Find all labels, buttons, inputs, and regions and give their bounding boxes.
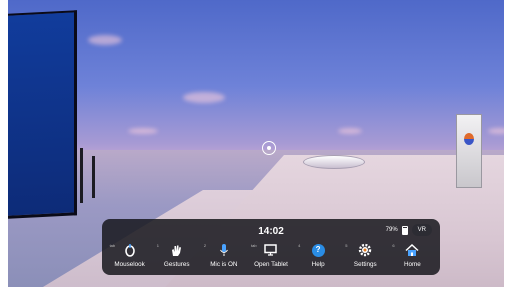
mic-button[interactable]: 2 Mic is ON (202, 243, 246, 273)
post (80, 148, 83, 203)
mouselook-button[interactable]: tab Mouselook (108, 243, 152, 273)
vr-viewport: 14:02 79% VR tab Mouselook 1 Gestures 2 … (8, 0, 504, 287)
key-hint: 5 (345, 243, 348, 248)
cloud (128, 128, 158, 134)
key-hint: 2 (203, 243, 207, 248)
mouselook-label: Mouselook (114, 261, 145, 268)
help-label: Help (311, 261, 325, 268)
kiosk-logo (464, 133, 474, 145)
home-label: Home (404, 261, 421, 268)
help-icon: ? (311, 243, 325, 257)
gestures-button[interactable]: 1 Gestures (155, 243, 199, 273)
status-area: 79% VR (386, 224, 432, 236)
mic-label: Mic is ON (210, 261, 238, 268)
cloud (88, 35, 122, 45)
home-icon (405, 243, 419, 257)
settings-button[interactable]: 5 Settings (343, 243, 387, 273)
help-button[interactable]: 4 ? Help (296, 243, 340, 273)
gestures-label: Gestures (163, 261, 190, 268)
battery-icon (401, 225, 408, 235)
reticle-icon (262, 141, 276, 155)
key-hint: 4 (298, 243, 301, 248)
cloud (183, 92, 225, 103)
platform-disc (303, 155, 365, 169)
microphone-icon (217, 243, 231, 257)
info-kiosk (456, 114, 482, 188)
key-hint: 1 (156, 243, 159, 248)
key-hint: 6 (392, 243, 395, 248)
key-hint: tab (250, 243, 257, 248)
open-tablet-label: Open Tablet (254, 261, 288, 268)
bottom-toolbar: 14:02 79% VR tab Mouselook 1 Gestures 2 … (102, 219, 440, 275)
key-hint: tab (109, 243, 116, 248)
mouselook-icon (123, 243, 137, 257)
settings-label: Settings (353, 261, 377, 268)
gear-icon (358, 243, 372, 257)
display-wall (8, 10, 77, 219)
hand-icon (170, 243, 184, 257)
cloud (488, 128, 504, 134)
open-tablet-button[interactable]: tab Open Tablet (249, 243, 293, 273)
home-button[interactable]: 6 Home (390, 243, 434, 273)
toolbar-buttons: tab Mouselook 1 Gestures 2 Mic is ON tab… (102, 243, 440, 273)
post (92, 156, 95, 198)
cloud (338, 128, 362, 134)
battery-percent: 79% (385, 227, 398, 233)
tablet-icon (264, 243, 278, 257)
vr-button[interactable]: VR (411, 224, 432, 236)
